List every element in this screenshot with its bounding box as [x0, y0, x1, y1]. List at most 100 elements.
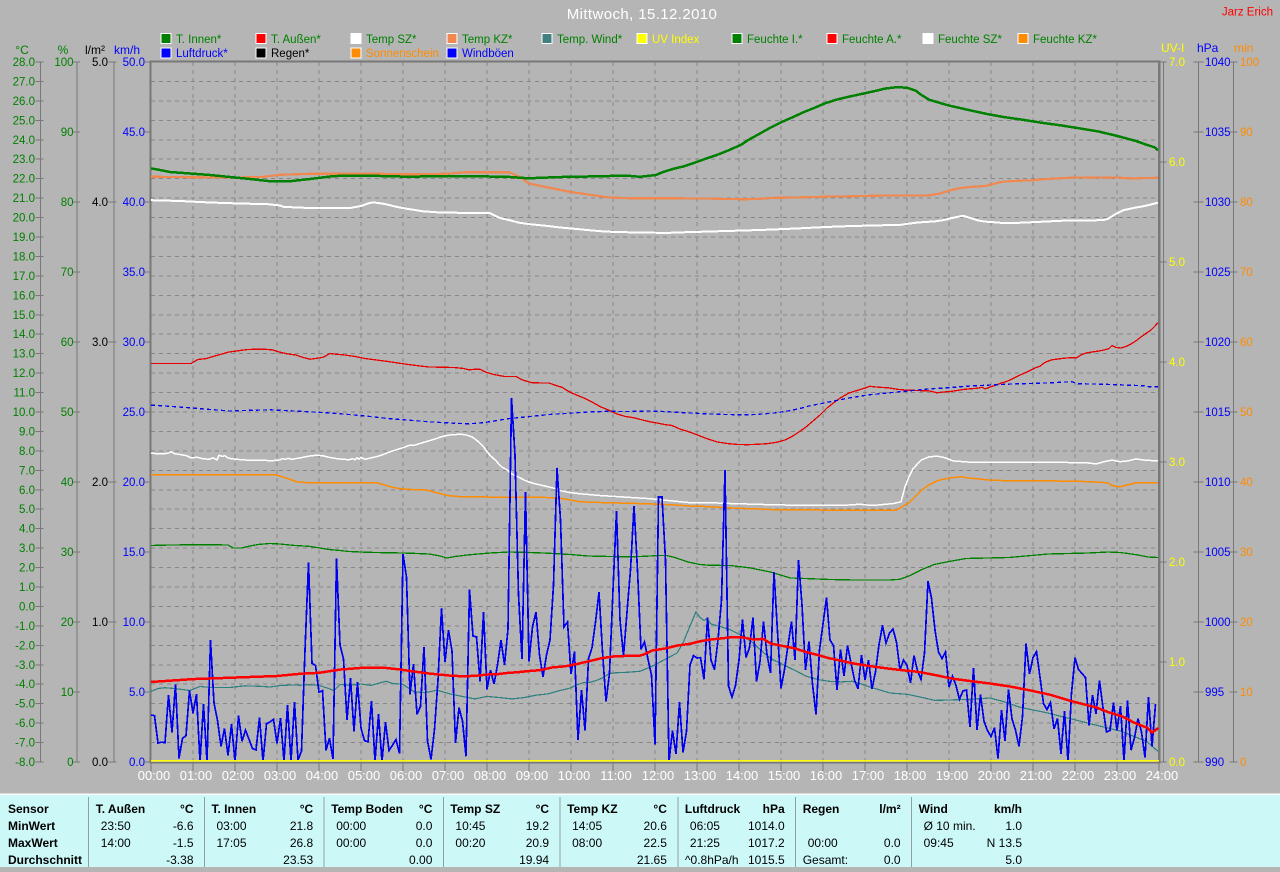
svg-text:22.0: 22.0: [13, 174, 35, 186]
svg-text:6.0: 6.0: [1169, 157, 1185, 169]
svg-text:0.00: 0.00: [409, 853, 433, 867]
svg-text:°C: °C: [536, 802, 550, 816]
svg-text:17.0: 17.0: [13, 271, 35, 283]
svg-text:3.0: 3.0: [19, 543, 35, 555]
svg-text:°C: °C: [300, 802, 314, 816]
svg-text:Temp. Wind*: Temp. Wind*: [557, 34, 623, 46]
svg-text:5.0: 5.0: [129, 687, 145, 699]
svg-text:50: 50: [1240, 407, 1253, 419]
svg-text:24:00: 24:00: [1146, 768, 1179, 783]
svg-text:00:00: 00:00: [808, 836, 838, 850]
svg-text:Durchschnitt: Durchschnitt: [8, 853, 82, 867]
svg-text:5.0: 5.0: [92, 57, 108, 69]
svg-text:995: 995: [1205, 687, 1224, 699]
svg-text:-2.0: -2.0: [15, 640, 35, 652]
svg-text:Mittwoch, 15.12.2010: Mittwoch, 15.12.2010: [567, 6, 718, 23]
svg-text:-1.5: -1.5: [173, 836, 194, 850]
svg-text:1.0: 1.0: [19, 582, 35, 594]
svg-text:km/h: km/h: [114, 43, 140, 57]
svg-text:10.0: 10.0: [13, 407, 35, 419]
svg-text:1017.2: 1017.2: [748, 836, 785, 850]
svg-text:50: 50: [61, 407, 74, 419]
svg-text:20.0: 20.0: [13, 213, 35, 225]
svg-text:4.0: 4.0: [1169, 357, 1185, 369]
svg-text:00:00: 00:00: [336, 836, 366, 850]
svg-text:80: 80: [1240, 197, 1253, 209]
svg-text:T. Innen*: T. Innen*: [176, 34, 222, 46]
svg-text:17:05: 17:05: [217, 836, 247, 850]
svg-text:03:00: 03:00: [264, 768, 297, 783]
svg-text:26.8: 26.8: [290, 836, 314, 850]
svg-text:2.0: 2.0: [92, 477, 108, 489]
svg-text:Temp Boden: Temp Boden: [331, 802, 403, 816]
svg-text:°C: °C: [15, 43, 29, 57]
svg-text:hPa: hPa: [1197, 41, 1219, 55]
svg-text:0.0: 0.0: [92, 757, 108, 769]
svg-text:00:00: 00:00: [138, 768, 171, 783]
svg-text:1030: 1030: [1205, 197, 1231, 209]
svg-text:-8.0: -8.0: [15, 757, 35, 769]
svg-text:Regen*: Regen*: [271, 48, 310, 60]
svg-text:5.0: 5.0: [19, 504, 35, 516]
svg-text:10: 10: [1240, 687, 1253, 699]
svg-text:Sonnenschein: Sonnenschein: [366, 48, 439, 60]
svg-text:10:00: 10:00: [558, 768, 591, 783]
svg-text:N 13.5: N 13.5: [987, 836, 1023, 850]
svg-text:3.0: 3.0: [92, 337, 108, 349]
svg-text:MaxWert: MaxWert: [8, 836, 58, 850]
svg-text:21.0: 21.0: [13, 193, 35, 205]
svg-text:%: %: [58, 43, 69, 57]
svg-text:hPa: hPa: [763, 802, 785, 816]
svg-text:l/m²: l/m²: [879, 802, 900, 816]
svg-text:09:45: 09:45: [924, 836, 954, 850]
svg-text:15.0: 15.0: [13, 310, 35, 322]
svg-text:11:00: 11:00: [600, 768, 632, 783]
svg-text:3.0: 3.0: [1169, 457, 1185, 469]
svg-text:12.0: 12.0: [13, 368, 35, 380]
svg-text:5.0: 5.0: [1005, 853, 1022, 867]
svg-text:2.0: 2.0: [19, 563, 35, 575]
svg-text:Temp KZ*: Temp KZ*: [462, 34, 513, 46]
svg-text:24.0: 24.0: [13, 135, 35, 147]
svg-text:19.0: 19.0: [13, 232, 35, 244]
svg-text:Gesamt:: Gesamt:: [803, 853, 848, 867]
svg-text:30: 30: [1240, 547, 1253, 559]
svg-text:Temp SZ*: Temp SZ*: [366, 34, 417, 46]
svg-text:18.0: 18.0: [13, 251, 35, 263]
svg-text:19:00: 19:00: [936, 768, 969, 783]
svg-text:Feuchte I.*: Feuchte I.*: [747, 34, 803, 46]
svg-text:7.0: 7.0: [19, 465, 35, 477]
svg-text:1.0: 1.0: [92, 617, 108, 629]
svg-text:23:50: 23:50: [101, 819, 131, 833]
svg-text:8.0: 8.0: [19, 446, 35, 458]
svg-text:T. Außen: T. Außen: [96, 802, 146, 816]
svg-text:990: 990: [1205, 757, 1224, 769]
svg-text:40: 40: [61, 477, 74, 489]
svg-text:0.0: 0.0: [884, 836, 901, 850]
svg-text:09:00: 09:00: [516, 768, 549, 783]
svg-text:-6.6: -6.6: [173, 819, 194, 833]
svg-text:28.0: 28.0: [13, 57, 35, 69]
svg-text:0: 0: [1240, 757, 1246, 769]
svg-text:26.0: 26.0: [13, 96, 35, 108]
svg-text:Temp KZ: Temp KZ: [567, 802, 617, 816]
svg-text:02:00: 02:00: [222, 768, 255, 783]
svg-text:21.65: 21.65: [637, 853, 667, 867]
svg-text:Luftdruck: Luftdruck: [685, 802, 741, 816]
svg-text:-6.0: -6.0: [15, 718, 35, 730]
svg-text:100: 100: [1240, 57, 1259, 69]
svg-text:20:00: 20:00: [978, 768, 1011, 783]
svg-text:Temp SZ: Temp SZ: [450, 802, 500, 816]
svg-text:13:00: 13:00: [684, 768, 717, 783]
svg-text:UV Index: UV Index: [652, 34, 700, 46]
svg-text:20: 20: [1240, 617, 1253, 629]
svg-text:-3.0: -3.0: [15, 660, 35, 672]
svg-text:22.5: 22.5: [644, 836, 668, 850]
svg-text:-4.0: -4.0: [15, 679, 35, 691]
svg-text:16.0: 16.0: [13, 290, 35, 302]
svg-text:70: 70: [61, 267, 74, 279]
svg-text:40.0: 40.0: [123, 197, 145, 209]
svg-text:13.0: 13.0: [13, 349, 35, 361]
svg-text:-1.0: -1.0: [15, 621, 35, 633]
svg-text:14.0: 14.0: [13, 329, 35, 341]
